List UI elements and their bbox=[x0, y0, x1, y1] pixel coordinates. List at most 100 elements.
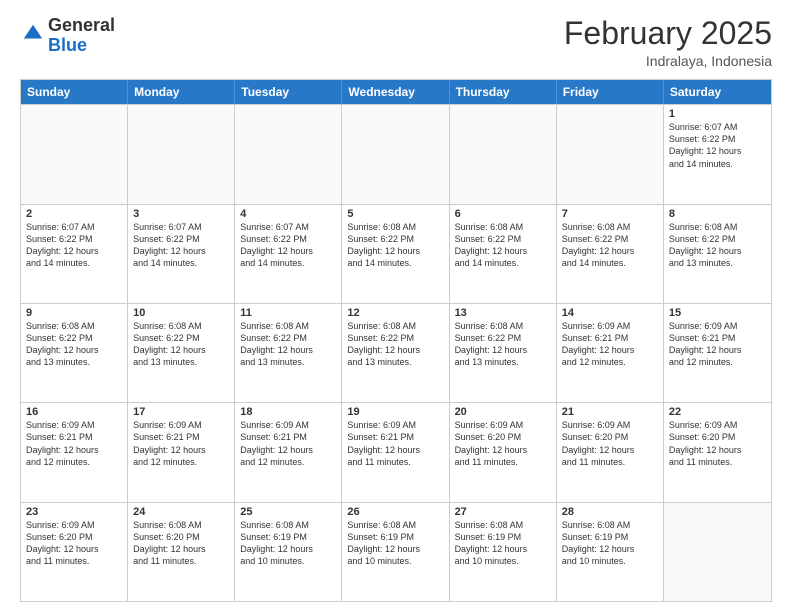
calendar-cell: 19Sunrise: 6:09 AM Sunset: 6:21 PM Dayli… bbox=[342, 403, 449, 501]
cell-info: Sunrise: 6:08 AM Sunset: 6:22 PM Dayligh… bbox=[347, 221, 443, 270]
calendar-cell: 14Sunrise: 6:09 AM Sunset: 6:21 PM Dayli… bbox=[557, 304, 664, 402]
calendar-cell bbox=[342, 105, 449, 203]
day-number: 20 bbox=[455, 406, 551, 418]
cell-info: Sunrise: 6:08 AM Sunset: 6:22 PM Dayligh… bbox=[562, 221, 658, 270]
cell-info: Sunrise: 6:08 AM Sunset: 6:19 PM Dayligh… bbox=[562, 519, 658, 568]
calendar-cell: 11Sunrise: 6:08 AM Sunset: 6:22 PM Dayli… bbox=[235, 304, 342, 402]
calendar-cell: 24Sunrise: 6:08 AM Sunset: 6:20 PM Dayli… bbox=[128, 503, 235, 601]
calendar-cell: 4Sunrise: 6:07 AM Sunset: 6:22 PM Daylig… bbox=[235, 205, 342, 303]
day-number: 18 bbox=[240, 406, 336, 418]
cell-info: Sunrise: 6:09 AM Sunset: 6:20 PM Dayligh… bbox=[26, 519, 122, 568]
calendar-cell: 15Sunrise: 6:09 AM Sunset: 6:21 PM Dayli… bbox=[664, 304, 771, 402]
cell-info: Sunrise: 6:09 AM Sunset: 6:20 PM Dayligh… bbox=[562, 419, 658, 468]
title-block: February 2025 Indralaya, Indonesia bbox=[564, 16, 772, 69]
header-day: Saturday bbox=[664, 80, 771, 104]
header-day: Wednesday bbox=[342, 80, 449, 104]
header-day: Thursday bbox=[450, 80, 557, 104]
calendar-cell: 9Sunrise: 6:08 AM Sunset: 6:22 PM Daylig… bbox=[21, 304, 128, 402]
calendar-row: 1Sunrise: 6:07 AM Sunset: 6:22 PM Daylig… bbox=[21, 104, 771, 203]
calendar-cell: 17Sunrise: 6:09 AM Sunset: 6:21 PM Dayli… bbox=[128, 403, 235, 501]
calendar-cell: 21Sunrise: 6:09 AM Sunset: 6:20 PM Dayli… bbox=[557, 403, 664, 501]
day-number: 19 bbox=[347, 406, 443, 418]
cell-info: Sunrise: 6:08 AM Sunset: 6:22 PM Dayligh… bbox=[455, 221, 551, 270]
cell-info: Sunrise: 6:07 AM Sunset: 6:22 PM Dayligh… bbox=[669, 121, 766, 170]
calendar-cell bbox=[21, 105, 128, 203]
day-number: 2 bbox=[26, 208, 122, 220]
cell-info: Sunrise: 6:08 AM Sunset: 6:22 PM Dayligh… bbox=[669, 221, 766, 270]
logo-general: General bbox=[48, 15, 115, 35]
day-number: 12 bbox=[347, 307, 443, 319]
day-number: 8 bbox=[669, 208, 766, 220]
cell-info: Sunrise: 6:08 AM Sunset: 6:22 PM Dayligh… bbox=[133, 320, 229, 369]
day-number: 7 bbox=[562, 208, 658, 220]
day-number: 17 bbox=[133, 406, 229, 418]
cell-info: Sunrise: 6:08 AM Sunset: 6:19 PM Dayligh… bbox=[455, 519, 551, 568]
calendar-row: 2Sunrise: 6:07 AM Sunset: 6:22 PM Daylig… bbox=[21, 204, 771, 303]
cell-info: Sunrise: 6:08 AM Sunset: 6:22 PM Dayligh… bbox=[455, 320, 551, 369]
cell-info: Sunrise: 6:09 AM Sunset: 6:20 PM Dayligh… bbox=[669, 419, 766, 468]
cell-info: Sunrise: 6:07 AM Sunset: 6:22 PM Dayligh… bbox=[26, 221, 122, 270]
day-number: 14 bbox=[562, 307, 658, 319]
cell-info: Sunrise: 6:09 AM Sunset: 6:21 PM Dayligh… bbox=[347, 419, 443, 468]
calendar-cell bbox=[128, 105, 235, 203]
day-number: 6 bbox=[455, 208, 551, 220]
calendar-cell bbox=[557, 105, 664, 203]
calendar-row: 16Sunrise: 6:09 AM Sunset: 6:21 PM Dayli… bbox=[21, 402, 771, 501]
calendar-cell: 12Sunrise: 6:08 AM Sunset: 6:22 PM Dayli… bbox=[342, 304, 449, 402]
day-number: 9 bbox=[26, 307, 122, 319]
cell-info: Sunrise: 6:09 AM Sunset: 6:21 PM Dayligh… bbox=[240, 419, 336, 468]
page: General Blue February 2025 Indralaya, In… bbox=[0, 0, 792, 612]
day-number: 15 bbox=[669, 307, 766, 319]
calendar-cell: 10Sunrise: 6:08 AM Sunset: 6:22 PM Dayli… bbox=[128, 304, 235, 402]
cell-info: Sunrise: 6:08 AM Sunset: 6:20 PM Dayligh… bbox=[133, 519, 229, 568]
calendar-cell bbox=[235, 105, 342, 203]
cell-info: Sunrise: 6:09 AM Sunset: 6:21 PM Dayligh… bbox=[26, 419, 122, 468]
day-number: 25 bbox=[240, 506, 336, 518]
header-day: Monday bbox=[128, 80, 235, 104]
calendar-cell: 18Sunrise: 6:09 AM Sunset: 6:21 PM Dayli… bbox=[235, 403, 342, 501]
calendar-cell: 3Sunrise: 6:07 AM Sunset: 6:22 PM Daylig… bbox=[128, 205, 235, 303]
calendar-cell: 2Sunrise: 6:07 AM Sunset: 6:22 PM Daylig… bbox=[21, 205, 128, 303]
day-number: 16 bbox=[26, 406, 122, 418]
day-number: 26 bbox=[347, 506, 443, 518]
calendar-cell: 1Sunrise: 6:07 AM Sunset: 6:22 PM Daylig… bbox=[664, 105, 771, 203]
day-number: 5 bbox=[347, 208, 443, 220]
header-day: Sunday bbox=[21, 80, 128, 104]
cell-info: Sunrise: 6:08 AM Sunset: 6:19 PM Dayligh… bbox=[347, 519, 443, 568]
cell-info: Sunrise: 6:09 AM Sunset: 6:21 PM Dayligh… bbox=[562, 320, 658, 369]
day-number: 11 bbox=[240, 307, 336, 319]
day-number: 27 bbox=[455, 506, 551, 518]
calendar-cell: 6Sunrise: 6:08 AM Sunset: 6:22 PM Daylig… bbox=[450, 205, 557, 303]
calendar-cell: 27Sunrise: 6:08 AM Sunset: 6:19 PM Dayli… bbox=[450, 503, 557, 601]
calendar-cell: 28Sunrise: 6:08 AM Sunset: 6:19 PM Dayli… bbox=[557, 503, 664, 601]
day-number: 23 bbox=[26, 506, 122, 518]
calendar-cell: 7Sunrise: 6:08 AM Sunset: 6:22 PM Daylig… bbox=[557, 205, 664, 303]
logo-icon bbox=[22, 22, 44, 44]
day-number: 3 bbox=[133, 208, 229, 220]
page-header: General Blue February 2025 Indralaya, In… bbox=[20, 16, 772, 69]
header-day: Tuesday bbox=[235, 80, 342, 104]
day-number: 21 bbox=[562, 406, 658, 418]
cell-info: Sunrise: 6:08 AM Sunset: 6:22 PM Dayligh… bbox=[347, 320, 443, 369]
calendar-cell: 26Sunrise: 6:08 AM Sunset: 6:19 PM Dayli… bbox=[342, 503, 449, 601]
cell-info: Sunrise: 6:08 AM Sunset: 6:19 PM Dayligh… bbox=[240, 519, 336, 568]
day-number: 1 bbox=[669, 108, 766, 120]
calendar-cell: 20Sunrise: 6:09 AM Sunset: 6:20 PM Dayli… bbox=[450, 403, 557, 501]
day-number: 10 bbox=[133, 307, 229, 319]
calendar-cell: 22Sunrise: 6:09 AM Sunset: 6:20 PM Dayli… bbox=[664, 403, 771, 501]
calendar-body: 1Sunrise: 6:07 AM Sunset: 6:22 PM Daylig… bbox=[21, 104, 771, 601]
header-day: Friday bbox=[557, 80, 664, 104]
calendar-cell: 8Sunrise: 6:08 AM Sunset: 6:22 PM Daylig… bbox=[664, 205, 771, 303]
calendar-cell: 25Sunrise: 6:08 AM Sunset: 6:19 PM Dayli… bbox=[235, 503, 342, 601]
day-number: 22 bbox=[669, 406, 766, 418]
logo-blue: Blue bbox=[48, 35, 87, 55]
cell-info: Sunrise: 6:08 AM Sunset: 6:22 PM Dayligh… bbox=[26, 320, 122, 369]
day-number: 4 bbox=[240, 208, 336, 220]
calendar-cell bbox=[450, 105, 557, 203]
calendar-header: SundayMondayTuesdayWednesdayThursdayFrid… bbox=[21, 80, 771, 104]
cell-info: Sunrise: 6:08 AM Sunset: 6:22 PM Dayligh… bbox=[240, 320, 336, 369]
cell-info: Sunrise: 6:09 AM Sunset: 6:21 PM Dayligh… bbox=[133, 419, 229, 468]
calendar-cell: 16Sunrise: 6:09 AM Sunset: 6:21 PM Dayli… bbox=[21, 403, 128, 501]
calendar: SundayMondayTuesdayWednesdayThursdayFrid… bbox=[20, 79, 772, 602]
day-number: 24 bbox=[133, 506, 229, 518]
